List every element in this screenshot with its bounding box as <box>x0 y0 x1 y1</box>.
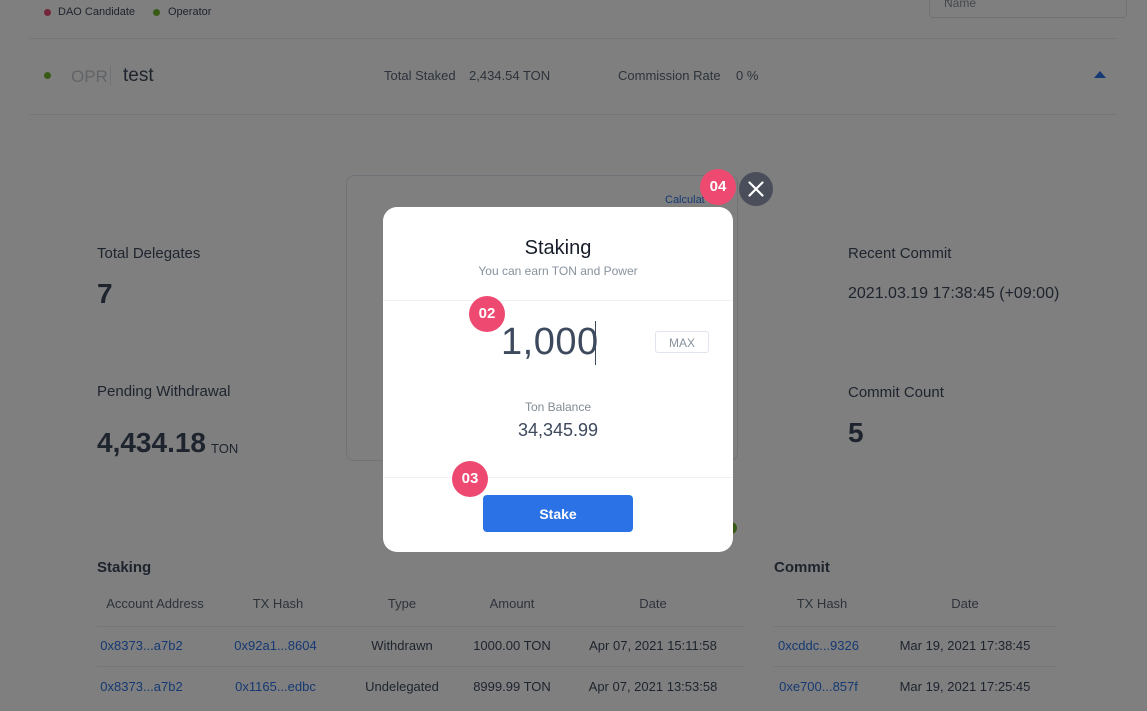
close-icon <box>748 181 764 197</box>
stake-amount-input[interactable]: 1,000 <box>501 321 599 364</box>
close-modal-button[interactable] <box>739 172 773 206</box>
modal-divider <box>383 477 733 478</box>
ton-balance-value: 34,345.99 <box>517 420 599 440</box>
staking-modal: Staking You can earn TON and Power 1,000… <box>383 207 733 552</box>
ton-balance-label: Ton Balance <box>524 400 592 414</box>
stake-button[interactable]: Stake <box>483 495 633 532</box>
modal-title: Staking <box>524 237 592 259</box>
max-button[interactable]: MAX <box>655 331 709 353</box>
modal-subtitle: You can earn TON and Power <box>478 264 638 278</box>
modal-divider <box>383 300 733 301</box>
step-badge-close: 04 <box>700 169 736 205</box>
step-badge-stake: 03 <box>452 461 488 497</box>
step-badge-amount: 02 <box>469 296 505 332</box>
text-caret <box>595 321 596 365</box>
